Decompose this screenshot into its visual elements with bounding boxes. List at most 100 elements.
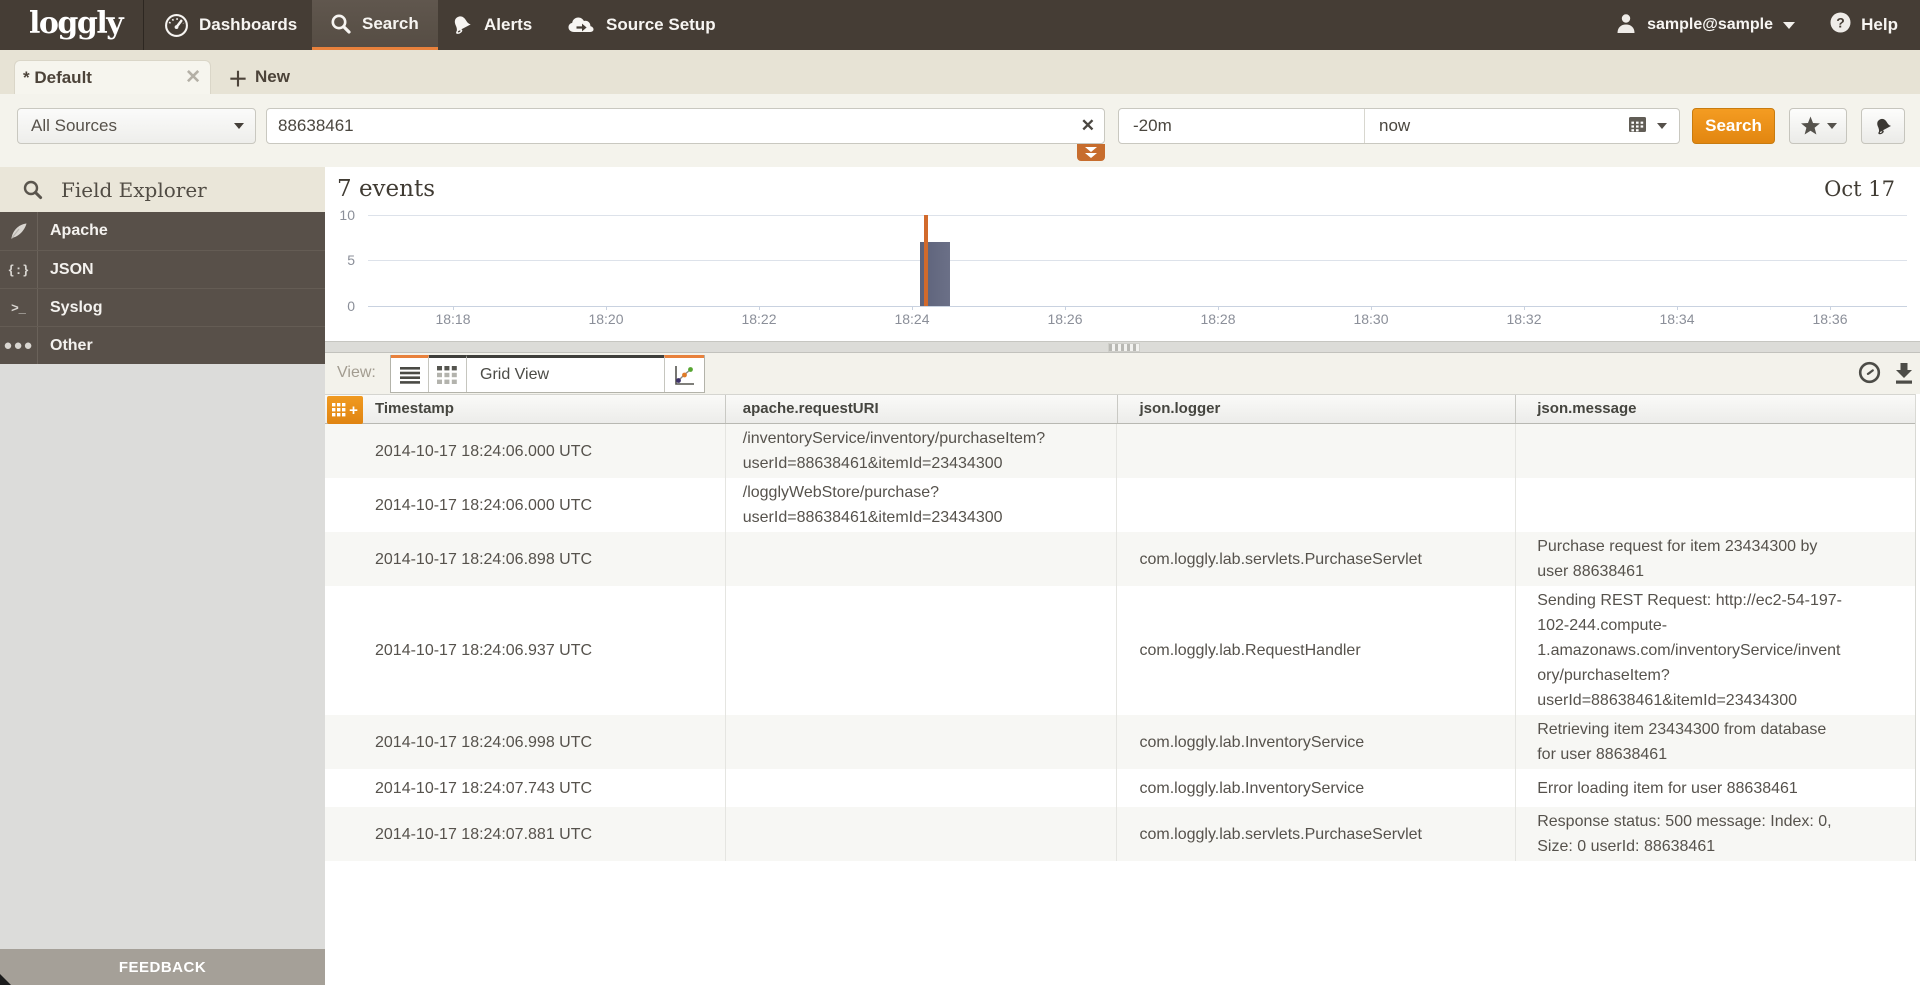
- view-mode-value[interactable]: Grid View: [467, 355, 664, 392]
- chevron-down-icon: [1826, 123, 1837, 129]
- nav-item-label: Search: [362, 13, 419, 33]
- search-button[interactable]: Search: [1692, 108, 1775, 144]
- table-cell: [1515, 478, 1915, 532]
- feather-icon: [0, 212, 38, 250]
- star-favorites-button[interactable]: [1789, 108, 1847, 144]
- sidebar-item-other[interactable]: ●●● Other: [0, 326, 325, 364]
- events-histogram[interactable]: 0 5 10 18:18 18:20 18:22 18:24 18:26 18:28 18:30 1…: [325, 167, 1920, 341]
- download-button[interactable]: [1894, 362, 1914, 384]
- timestamp-toggle-button[interactable]: [1858, 361, 1881, 384]
- table-cell: [724, 532, 1117, 586]
- clock-icon: [1858, 361, 1881, 384]
- results-panel: 7 events Oct 17 0 5 10 18:18 18:20 18:22 18:24…: [325, 167, 1920, 985]
- tab-default[interactable]: * Default ✕: [14, 60, 211, 94]
- x-axis-notch: [1371, 306, 1372, 310]
- x-axis-tick-label: 18:18: [435, 311, 471, 327]
- advanced-search-toggle[interactable]: [1077, 144, 1105, 161]
- chart-cursor-line: [924, 214, 929, 306]
- dashboard-icon: [164, 13, 189, 38]
- list-view-button[interactable]: [391, 355, 429, 392]
- column-header-json-message[interactable]: json.message: [1515, 395, 1915, 423]
- chevron-down-icon: [1657, 123, 1667, 129]
- nav-item-source-setup[interactable]: Source Setup: [548, 0, 734, 50]
- chart-view-button[interactable]: [664, 355, 704, 392]
- tab-close-icon[interactable]: ✕: [185, 68, 201, 87]
- table-cell: com.loggly.lab.RequestHandler: [1116, 586, 1515, 715]
- search-icon: [22, 179, 44, 201]
- table-cell: [724, 807, 1117, 861]
- calendar-icon: [1628, 115, 1647, 138]
- nav-item-dashboards[interactable]: Dashboards: [146, 0, 315, 50]
- table-cell: Sending REST Request: http://ec2-54-197-…: [1515, 586, 1915, 715]
- plus-icon: +: [349, 401, 358, 419]
- feedback-button[interactable]: FEEDBACK: [0, 949, 325, 985]
- nav-item-alerts[interactable]: Alerts: [432, 0, 550, 50]
- table-body: 2014-10-17 18:24:06.000 UTC/inventorySer…: [325, 424, 1915, 861]
- user-icon: [1615, 12, 1637, 39]
- y-axis-tick-label: 0: [347, 298, 355, 314]
- x-axis-notch: [453, 306, 454, 310]
- add-column-button[interactable]: +: [327, 396, 363, 424]
- sidebar-item-apache[interactable]: Apache: [0, 212, 325, 250]
- nav-item-label: Dashboards: [199, 15, 298, 34]
- top-navbar: loggly Dashboards Search Alerts Source S…: [0, 0, 1920, 50]
- table-row[interactable]: 2014-10-17 18:24:07.881 UTC com.loggly.la…: [325, 807, 1915, 861]
- table-cell: com.loggly.lab.servlets.PurchaseServlet: [1116, 532, 1515, 586]
- sidebar-item-json[interactable]: { : } JSON: [0, 250, 325, 288]
- x-axis-notch: [1218, 306, 1219, 310]
- user-menu[interactable]: sample@sample: [1615, 0, 1795, 50]
- column-header-timestamp[interactable]: Timestamp: [325, 395, 725, 423]
- loggly-logo[interactable]: loggly: [29, 6, 124, 41]
- json-braces-icon: { : }: [0, 251, 38, 288]
- table-cell: [1116, 478, 1515, 532]
- table-cell: 2014-10-17 18:24:06.000 UTC: [375, 496, 593, 514]
- time-picker-button[interactable]: [1628, 109, 1679, 143]
- download-icon: [1896, 362, 1912, 384]
- x-axis-tick-label: 18:34: [1659, 311, 1695, 327]
- corner-resize-grip[interactable]: [0, 974, 11, 985]
- table-row[interactable]: 2014-10-17 18:24:06.898 UTC com.loggly.la…: [325, 532, 1915, 586]
- trend-chart-icon: [674, 366, 694, 385]
- table-row[interactable]: 2014-10-17 18:24:06.937 UTC com.loggly.la…: [325, 586, 1915, 715]
- table-row[interactable]: 2014-10-17 18:24:07.743 UTC com.loggly.la…: [325, 769, 1915, 807]
- results-table: + Timestamp apache.requestURI json.logge…: [325, 394, 1916, 861]
- table-cell: 2014-10-17 18:24:06.998 UTC: [375, 733, 593, 751]
- sidebar-item-syslog[interactable]: >_ Syslog: [0, 288, 325, 326]
- nav-item-search[interactable]: Search: [312, 0, 438, 50]
- chart-gridline: [368, 214, 1907, 216]
- table-row[interactable]: 2014-10-17 18:24:06.998 UTC com.loggly.la…: [325, 715, 1915, 769]
- nav-item-label: Source Setup: [606, 15, 716, 34]
- view-toolbar: View: Grid View: [325, 353, 1920, 394]
- table-cell: Error loading item for user 88638461: [1515, 769, 1915, 807]
- time-to-input[interactable]: now: [1365, 109, 1628, 143]
- help-menu[interactable]: ? Help: [1829, 0, 1898, 50]
- table-row[interactable]: 2014-10-17 18:24:06.000 UTC/logglyWebSto…: [325, 478, 1915, 532]
- clear-query-icon[interactable]: ✕: [1081, 117, 1095, 134]
- table-cell: com.loggly.lab.servlets.PurchaseServlet: [1116, 807, 1515, 861]
- search-query-input[interactable]: [267, 109, 1104, 143]
- ellipsis-icon: ●●●: [0, 327, 38, 364]
- x-axis-notch: [1677, 306, 1678, 310]
- table-cell: 2014-10-17 18:24:06.000 UTC: [375, 442, 593, 460]
- help-icon: ?: [1829, 11, 1852, 39]
- y-axis-tick-label: 5: [347, 252, 355, 269]
- grid-view-button[interactable]: [429, 355, 467, 392]
- table-cell: [724, 586, 1117, 715]
- view-label: View:: [337, 364, 376, 381]
- table-cell: /logglyWebStore/purchase?​userId=8863846…: [724, 478, 1117, 532]
- table-row[interactable]: 2014-10-17 18:24:06.000 UTC/inventorySer…: [325, 424, 1915, 478]
- x-axis-tick-label: 18:30: [1353, 311, 1389, 327]
- source-selector[interactable]: All Sources: [17, 108, 256, 144]
- time-from-input[interactable]: -20m: [1119, 109, 1365, 143]
- column-header-json-logger[interactable]: json.logger: [1116, 395, 1516, 423]
- new-tab-button[interactable]: ＋ New: [228, 60, 290, 94]
- nav-item-label: Alerts: [484, 15, 533, 34]
- field-explorer-title: Field Explorer: [61, 177, 207, 202]
- x-axis-notch: [1065, 306, 1066, 310]
- splitter-handle[interactable]: [325, 341, 1920, 353]
- chevron-down-icon: [234, 123, 244, 129]
- table-cell: [724, 769, 1117, 807]
- column-header-apache-requesturi[interactable]: apache.requestURI: [724, 395, 1117, 423]
- bell-icon: [450, 13, 474, 37]
- create-alert-button[interactable]: [1861, 108, 1905, 144]
